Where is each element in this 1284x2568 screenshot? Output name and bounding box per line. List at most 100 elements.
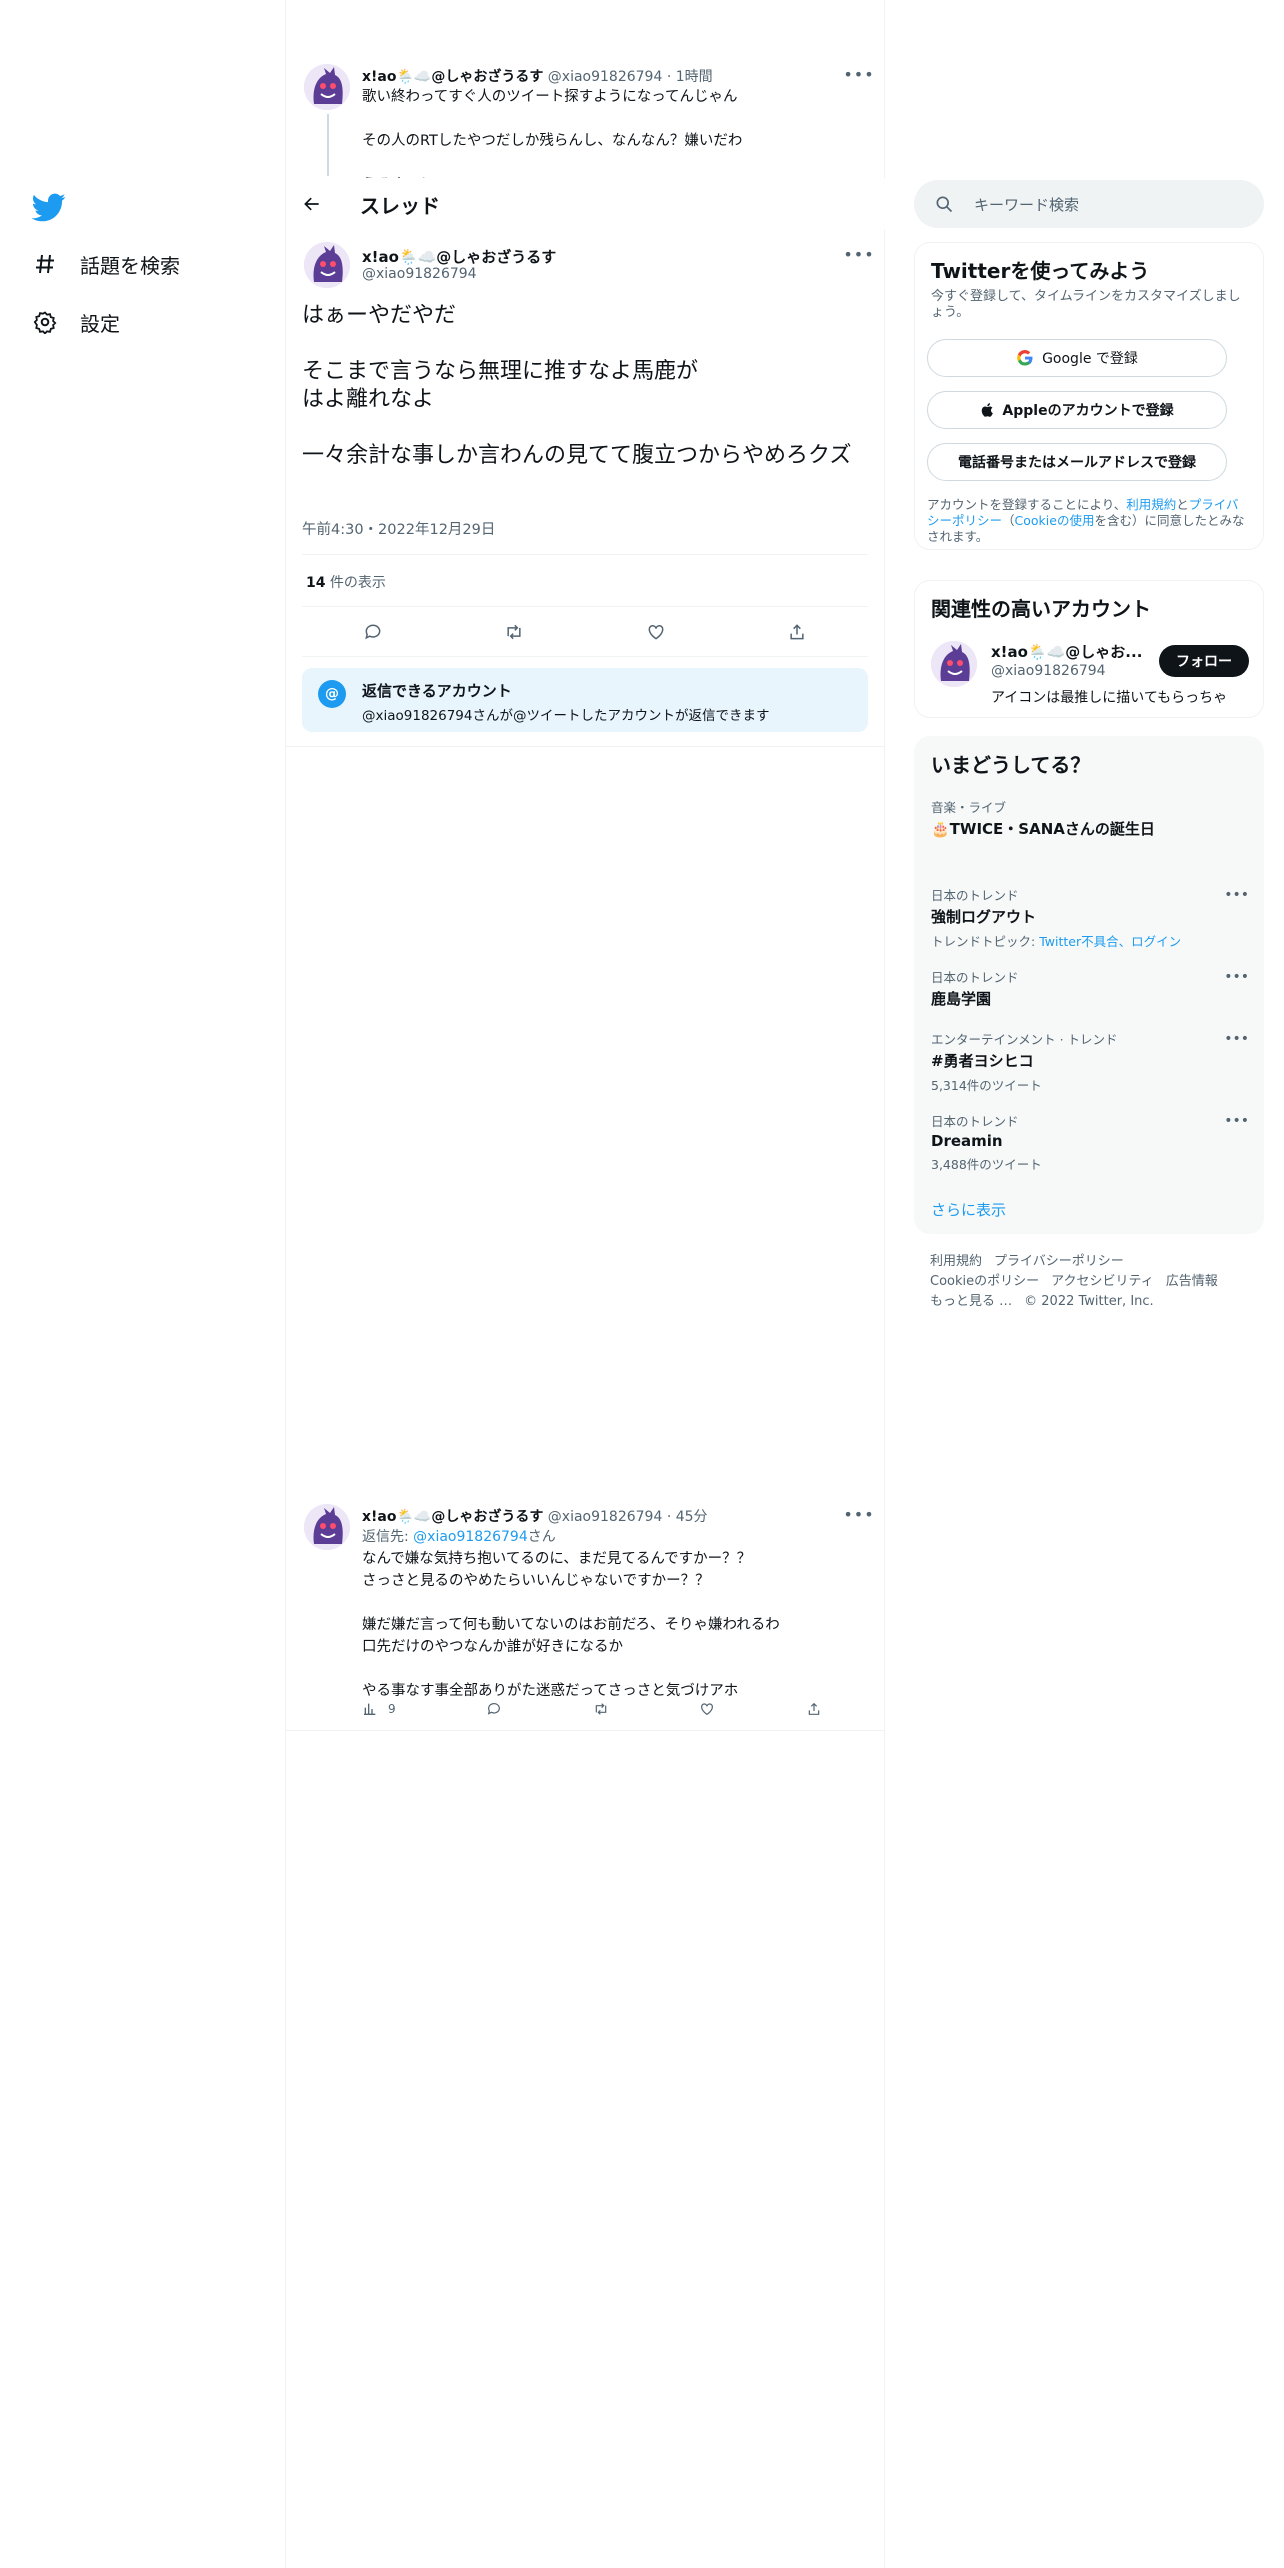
tweet-text: なんで嫌な気持ち抱いてるのに、まだ見てるんですかー？？ さっさと見るのやめたらい… bbox=[362, 1551, 780, 1699]
reply-restriction-title: 返信できるアカウント bbox=[362, 682, 512, 700]
footer-privacy-link[interactable]: プライバシーポリシー bbox=[994, 1254, 1124, 1269]
nav-explore[interactable]: 話題を検索 bbox=[32, 244, 180, 284]
page-title: スレッド bbox=[360, 193, 440, 218]
reply-restriction-notice: @ 返信できるアカウント @xiao91826794さんが@ツイートしたアカウン… bbox=[302, 668, 868, 732]
trend-meta: トレンドトピック: Twitter不具合、ログイン bbox=[931, 931, 1249, 950]
thread-header: スレッド bbox=[286, 178, 886, 230]
reply-to-handle[interactable]: @xiao91826794 bbox=[413, 1529, 528, 1545]
phone-email-signup-label: 電話番号またはメールアドレスで登録 bbox=[958, 455, 1196, 471]
related-title: 関連性の高いアカウント bbox=[931, 597, 1151, 621]
trend-item[interactable]: 音楽・ライブ 🎂TWICE・SANAさんの誕生日 bbox=[931, 797, 1249, 839]
cookie-link[interactable]: Cookieの使用 bbox=[1015, 513, 1095, 528]
trend-title: Dreamin bbox=[931, 1132, 1003, 1150]
search-input[interactable]: キーワード検索 bbox=[974, 194, 1079, 215]
google-signup-label: Google で登録 bbox=[1042, 351, 1138, 367]
footer-accessibility-link[interactable]: アクセシビリティ bbox=[1051, 1274, 1154, 1289]
author-handle[interactable]: @xiao91826794 · 45分 bbox=[548, 1509, 708, 1525]
twitter-bird-icon[interactable] bbox=[31, 190, 66, 224]
nav-settings[interactable]: 設定 bbox=[32, 302, 120, 342]
apple-signup-button[interactable]: Appleのアカウントで登録 bbox=[927, 391, 1227, 429]
divider bbox=[286, 1730, 884, 1731]
follow-button[interactable]: フォロー bbox=[1159, 645, 1249, 677]
search-bar[interactable]: キーワード検索 bbox=[914, 180, 1264, 228]
trend-item[interactable]: エンターテインメント · トレンド #勇者ヨシヒコ 5,314件のツイート ••… bbox=[931, 1029, 1249, 1094]
author-name[interactable]: x!ao🌦️☁️@しゃおざうるす bbox=[362, 69, 543, 85]
reply-icon[interactable] bbox=[353, 612, 393, 652]
divider bbox=[302, 554, 868, 555]
gear-icon bbox=[32, 309, 58, 335]
left-column-divider bbox=[285, 0, 286, 2568]
trend-meta: 5,314件のツイート bbox=[931, 1078, 1042, 1093]
reply-to-line: 返信先: @xiao91826794さん bbox=[362, 1526, 556, 1546]
related-account-name[interactable]: x!ao🌦️☁️@しゃお... bbox=[991, 641, 1142, 662]
trends-title: いまどうしてる？ bbox=[931, 753, 1091, 777]
trend-category: 音楽・ライブ bbox=[931, 800, 1007, 815]
related-account-bio: アイコンは最推しに描いてもらっちゃ bbox=[991, 690, 1228, 706]
trend-item[interactable]: 日本のトレンド 鹿島学園 ••• bbox=[931, 967, 1249, 1009]
more-icon[interactable]: ••• bbox=[1224, 1031, 1249, 1047]
view-count-number: 14 bbox=[306, 575, 326, 591]
trend-item[interactable]: 日本のトレンド 強制ログアウト トレンドトピック: Twitter不具合、ログイ… bbox=[931, 885, 1249, 950]
share-icon[interactable] bbox=[777, 612, 817, 652]
trend-title: 強制ログアウト bbox=[931, 908, 1037, 926]
trend-category: エンターテインメント · トレンド bbox=[931, 1032, 1118, 1047]
avatar[interactable] bbox=[304, 1504, 350, 1550]
more-icon[interactable]: ••• bbox=[843, 64, 873, 84]
share-icon[interactable] bbox=[806, 1701, 822, 1717]
like-icon[interactable] bbox=[699, 1701, 715, 1717]
terms-link[interactable]: 利用規約 bbox=[1126, 497, 1176, 512]
legal-text: と bbox=[1176, 497, 1189, 512]
footer-ads-link[interactable]: 広告情報 bbox=[1166, 1274, 1218, 1289]
divider bbox=[302, 606, 868, 607]
trend-topic-link[interactable]: Twitter不具合、ログイン bbox=[1039, 934, 1181, 949]
tweet-timestamp[interactable]: 午前4:30・2022年12月29日 bbox=[302, 518, 495, 539]
author-handle[interactable]: @xiao91826794 · 1時間 bbox=[548, 69, 713, 85]
footer-links: 利用規約 プライバシーポリシー Cookieのポリシー アクセシビリティ 広告情報 も… bbox=[930, 1252, 1260, 1312]
tweet-actions: 9 bbox=[362, 1698, 822, 1720]
back-arrow-icon[interactable] bbox=[288, 184, 336, 224]
trend-item[interactable]: 日本のトレンド Dreamin 3,488件のツイート ••• bbox=[931, 1111, 1249, 1173]
footer-copyright: © 2022 Twitter, Inc. bbox=[1024, 1294, 1154, 1309]
tweet-header: x!ao🌦️☁️@しゃおざうるす @xiao91826794 · 1時間 bbox=[362, 66, 713, 86]
avatar[interactable] bbox=[304, 64, 350, 110]
reply-restriction-text: @xiao91826794さんが@ツイートしたアカウントが返信できます bbox=[362, 708, 770, 724]
author-name[interactable]: x!ao🌦️☁️@しゃおざうるす bbox=[362, 246, 556, 267]
signup-subtitle: 今すぐ登録して、タイムラインをカスタマイズしましょう。 bbox=[931, 289, 1241, 320]
signup-legal-text: アカウントを登録することにより、利用規約とプライバシーポリシー（Cookieの使… bbox=[927, 497, 1247, 545]
trends-card: いまどうしてる？ 音楽・ライブ 🎂TWICE・SANAさんの誕生日 日本のトレン… bbox=[914, 736, 1264, 1234]
footer-cookie-link[interactable]: Cookieのポリシー bbox=[930, 1274, 1039, 1289]
thread-connector bbox=[327, 114, 329, 176]
footer-more-link[interactable]: もっと見る … bbox=[930, 1294, 1012, 1309]
author-name[interactable]: x!ao🌦️☁️@しゃおざうるす bbox=[362, 1509, 543, 1525]
more-icon[interactable]: ••• bbox=[843, 1504, 873, 1524]
retweet-icon[interactable] bbox=[494, 612, 534, 652]
avatar[interactable] bbox=[931, 641, 977, 687]
phone-email-signup-button[interactable]: 電話番号またはメールアドレスで登録 bbox=[927, 443, 1227, 481]
trend-title: 🎂TWICE・SANAさんの誕生日 bbox=[931, 820, 1155, 838]
retweet-icon[interactable] bbox=[593, 1701, 609, 1717]
more-icon[interactable]: ••• bbox=[1224, 969, 1249, 985]
right-column-divider bbox=[884, 0, 885, 2568]
related-accounts-card: 関連性の高いアカウント x!ao🌦️☁️@しゃお... @xiao9182679… bbox=[914, 580, 1264, 718]
legal-text: （ bbox=[1002, 513, 1015, 528]
view-count: 14 件の表示 bbox=[306, 572, 386, 592]
analytics-count: 9 bbox=[388, 1702, 396, 1716]
tweet-header: x!ao🌦️☁️@しゃおざうるす @xiao91826794 · 45分 bbox=[362, 1506, 708, 1526]
reply-icon[interactable] bbox=[486, 1701, 502, 1717]
view-count-label: 件の表示 bbox=[325, 575, 386, 591]
more-icon[interactable]: ••• bbox=[1224, 1113, 1249, 1129]
reply-to-suffix: さん bbox=[527, 1529, 556, 1545]
footer-terms-link[interactable]: 利用規約 bbox=[930, 1254, 982, 1269]
show-more-link[interactable]: さらに表示 bbox=[931, 1199, 1006, 1220]
more-icon[interactable]: ••• bbox=[843, 244, 873, 264]
avatar[interactable] bbox=[304, 242, 350, 288]
analytics-button[interactable]: 9 bbox=[362, 1701, 396, 1717]
author-handle[interactable]: @xiao91826794 bbox=[362, 266, 477, 282]
related-account-handle[interactable]: @xiao91826794 bbox=[991, 663, 1106, 679]
trend-meta: 3,488件のツイート bbox=[931, 1157, 1042, 1172]
nav-settings-label: 設定 bbox=[80, 311, 120, 336]
more-icon[interactable]: ••• bbox=[1224, 887, 1249, 903]
like-icon[interactable] bbox=[636, 612, 676, 652]
trend-category: 日本のトレンド bbox=[931, 888, 1019, 903]
google-signup-button[interactable]: Google で登録 bbox=[927, 339, 1227, 377]
